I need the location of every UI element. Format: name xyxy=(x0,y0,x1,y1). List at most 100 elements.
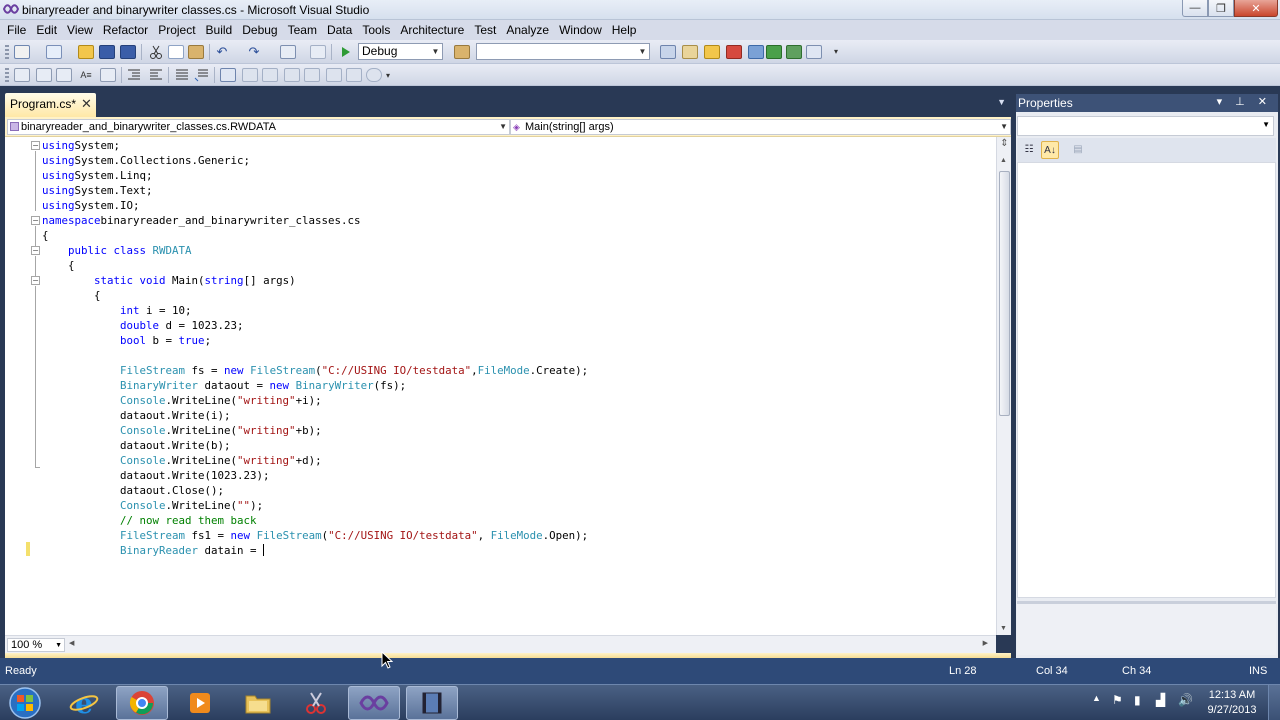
command-window-icon[interactable] xyxy=(806,45,822,59)
save-all-icon[interactable] xyxy=(120,45,136,59)
start-button[interactable] xyxy=(5,686,45,720)
object-browser-icon[interactable] xyxy=(704,45,720,59)
menu-build[interactable]: Build xyxy=(201,23,238,37)
menu-file[interactable]: File xyxy=(2,23,31,37)
display-parameter-info-icon[interactable] xyxy=(36,68,52,82)
start-debugging-icon[interactable] xyxy=(338,45,354,59)
find-in-files-icon[interactable] xyxy=(454,45,470,59)
menu-debug[interactable]: Debug xyxy=(237,23,282,37)
collapse-class-icon[interactable]: − xyxy=(31,246,40,255)
code-line[interactable]: BinaryReader datain = xyxy=(42,543,257,558)
save-icon[interactable] xyxy=(99,45,115,59)
minimize-button[interactable]: — xyxy=(1182,0,1208,17)
solution-explorer-icon[interactable] xyxy=(660,45,676,59)
next-bookmark-in-folder-icon[interactable] xyxy=(304,68,320,82)
redo-icon[interactable]: ↷ xyxy=(246,45,262,59)
active-files-dropdown-icon[interactable]: ▼ xyxy=(997,97,1006,107)
properties-object-combo[interactable]: ▼ xyxy=(1017,116,1274,136)
toolbox-icon[interactable] xyxy=(726,45,742,59)
collapse-method-icon[interactable]: − xyxy=(31,276,40,285)
uncomment-lines-icon[interactable] xyxy=(194,68,210,82)
close-tab-icon[interactable]: ✕ xyxy=(81,96,92,112)
paste-icon[interactable] xyxy=(188,45,204,59)
categorized-icon[interactable]: ☷ xyxy=(1020,141,1038,159)
code-line[interactable]: dataout.Close(); xyxy=(42,483,224,498)
show-hidden-icons-icon[interactable]: ▲ xyxy=(1092,693,1101,703)
code-line[interactable]: usingSystem.Text; xyxy=(42,183,153,198)
code-line[interactable]: dataout.Write(1023.23); xyxy=(42,468,270,483)
undo-icon[interactable]: ↶ xyxy=(214,45,230,59)
property-grid[interactable] xyxy=(1017,162,1276,598)
increase-indent-icon[interactable] xyxy=(148,68,164,82)
code-line[interactable]: usingSystem.Linq; xyxy=(42,168,153,183)
previous-bookmark-in-folder-icon[interactable] xyxy=(284,68,300,82)
menu-project[interactable]: Project xyxy=(153,23,200,37)
scroll-down-icon[interactable]: ▼ xyxy=(1000,625,1007,632)
toolbar-grip[interactable] xyxy=(5,68,9,82)
code-line[interactable]: Console.WriteLine("writing"+i); xyxy=(42,393,322,408)
scroll-up-icon[interactable]: ▲ xyxy=(1000,157,1007,164)
code-line[interactable]: { xyxy=(42,228,49,243)
start-page-icon[interactable] xyxy=(766,45,782,59)
network-icon[interactable]: ▟ xyxy=(1156,693,1165,707)
menu-team[interactable]: Team xyxy=(283,23,322,37)
previous-bookmark-in-document-icon[interactable] xyxy=(326,68,342,82)
next-bookmark-icon[interactable] xyxy=(262,68,278,82)
extension-manager-icon[interactable] xyxy=(786,45,802,59)
menu-view[interactable]: View xyxy=(62,23,98,37)
clear-bookmarks-icon[interactable] xyxy=(366,68,382,82)
toolbar-options-icon[interactable]: ▾ xyxy=(386,71,402,85)
find-combo[interactable]: ▼ xyxy=(476,43,650,60)
members-combo[interactable]: ◈ Main(string[] args) ▼ xyxy=(510,119,1011,135)
code-line[interactable]: namespacebinaryreader_and_binarywriter_c… xyxy=(42,213,361,228)
solution-configuration-combo[interactable]: Debug ▼ xyxy=(358,43,443,60)
maximize-button[interactable]: ❐ xyxy=(1208,0,1234,17)
indicator-margin[interactable] xyxy=(5,137,29,635)
menu-data[interactable]: Data xyxy=(322,23,357,37)
display-word-completion-icon[interactable]: A≡ xyxy=(78,68,94,82)
decrease-indent-icon[interactable] xyxy=(126,68,142,82)
menu-edit[interactable]: Edit xyxy=(31,23,62,37)
next-bookmark-in-document-icon[interactable] xyxy=(346,68,362,82)
word-wrap-icon[interactable] xyxy=(100,68,116,82)
display-quick-info-icon[interactable] xyxy=(56,68,72,82)
show-desktop-button[interactable] xyxy=(1268,685,1280,720)
scroll-left-icon[interactable]: ◀ xyxy=(69,639,74,647)
navigate-icon[interactable] xyxy=(280,45,296,59)
code-line[interactable]: Console.WriteLine(""); xyxy=(42,498,263,513)
collapse-usings-icon[interactable]: − xyxy=(31,141,40,150)
class-view-icon[interactable] xyxy=(748,45,764,59)
code-line[interactable]: int i = 10; xyxy=(42,303,192,318)
toolbar-options-icon[interactable]: ▾ xyxy=(834,47,850,61)
clock[interactable]: 12:13 AM 9/27/2013 xyxy=(1200,688,1264,718)
toolbar-grip[interactable] xyxy=(5,45,9,59)
code-line[interactable]: dataout.Write(b); xyxy=(42,438,231,453)
internet-explorer-icon[interactable]: e xyxy=(58,686,110,720)
action-center-flag-icon[interactable]: ⚑ xyxy=(1112,693,1123,707)
menu-architecture[interactable]: Architecture xyxy=(395,23,469,37)
copy-icon[interactable] xyxy=(168,45,184,59)
code-line[interactable]: FileStream fs1 = new FileStream("C://USI… xyxy=(42,528,588,543)
code-line[interactable]: double d = 1023.23; xyxy=(42,318,244,333)
code-line[interactable]: usingSystem.IO; xyxy=(42,198,140,213)
menu-analyze[interactable]: Analyze xyxy=(501,23,554,37)
code-line[interactable]: BinaryWriter dataout = new BinaryWriter(… xyxy=(42,378,406,393)
code-line[interactable]: { xyxy=(42,288,101,303)
add-item-icon[interactable] xyxy=(46,45,62,59)
volume-icon[interactable]: 🔊 xyxy=(1178,693,1193,707)
code-line[interactable]: static void Main(string[] args) xyxy=(42,273,296,288)
visual-studio-icon[interactable] xyxy=(348,686,400,720)
close-button[interactable]: ✕ xyxy=(1234,0,1278,17)
open-file-icon[interactable] xyxy=(78,45,94,59)
code-line[interactable]: Console.WriteLine("writing"+d); xyxy=(42,453,322,468)
menu-window[interactable]: Window xyxy=(554,23,607,37)
code-line[interactable]: FileStream fs = new FileStream("C://USIN… xyxy=(42,363,588,378)
comment-lines-icon[interactable] xyxy=(174,68,190,82)
collapse-namespace-icon[interactable]: − xyxy=(31,216,40,225)
cut-icon[interactable] xyxy=(148,45,164,59)
menu-test[interactable]: Test xyxy=(469,23,501,37)
menu-refactor[interactable]: Refactor xyxy=(98,23,153,37)
scrollbar-thumb[interactable] xyxy=(999,171,1010,416)
code-line[interactable]: // now read them back xyxy=(42,513,257,528)
tab-program-cs[interactable]: Program.cs* ✕ xyxy=(5,93,96,117)
